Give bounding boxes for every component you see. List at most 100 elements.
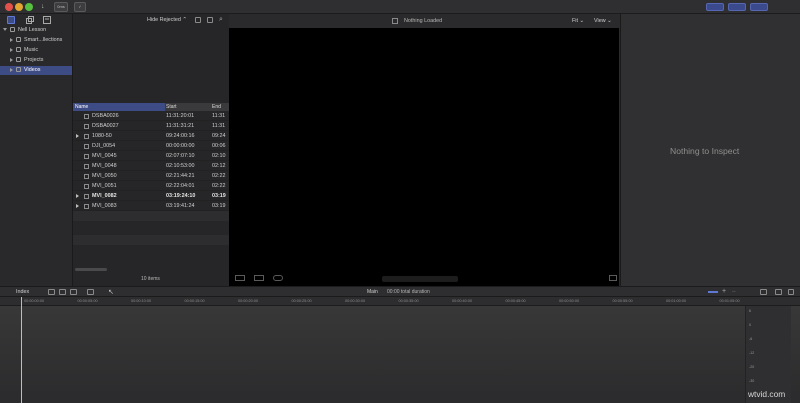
zoom-in-icon[interactable]: + (722, 288, 726, 295)
key-button[interactable]: 0ms (54, 2, 68, 12)
fullscreen-icon[interactable] (609, 275, 617, 281)
meter-db-label: -30 (749, 379, 755, 383)
clip-row[interactable]: MVI_0045 02:07:07:10 02:10 (73, 151, 229, 161)
watermark-text: wtvid.com (748, 389, 786, 399)
clip-end: 02:22 (212, 183, 226, 189)
insert-clip-icon[interactable] (59, 289, 66, 295)
disclosure-triangle-icon[interactable] (3, 28, 7, 32)
clip-start: 11:31:31:21 (166, 123, 195, 129)
clip-film-icon (84, 134, 89, 139)
column-start-header[interactable]: Start (166, 103, 177, 111)
horizontal-scrollbar[interactable] (75, 268, 107, 271)
zoom-window-button[interactable] (25, 3, 33, 11)
clip-row[interactable]: DJI_0054 00:00:00:00 00:06 (73, 141, 229, 151)
clip-end: 02:10 (212, 153, 226, 159)
transitions-browser-icon[interactable] (788, 289, 794, 295)
retime-icon[interactable] (273, 275, 283, 281)
library-item[interactable]: Music (0, 46, 72, 55)
titles-generators-icon[interactable] (43, 16, 51, 24)
timeline-index-button[interactable]: Index (16, 289, 29, 295)
timeline[interactable]: 00:00:00:00 00:00:05:00 00:00:10:00 00:00:1… (0, 297, 800, 403)
timeline-ruler[interactable]: 00:00:00:00 00:00:05:00 00:00:10:00 00:00:1… (0, 297, 800, 306)
clip-name: 1080-50 (92, 133, 112, 139)
clip-row[interactable]: DSBA0026 11:31:20:01 11:31 (73, 111, 229, 121)
overwrite-clip-icon[interactable] (87, 289, 94, 295)
libraries-icon[interactable] (7, 16, 15, 24)
library-item-label: Smart...llections (24, 37, 63, 43)
project-duration: 00:00 total duration (387, 289, 430, 295)
empty-row (73, 235, 229, 245)
viewer-clip-icon (392, 18, 398, 24)
library-item-label: Videos (24, 67, 41, 73)
clip-name: MVI_0051 (92, 183, 117, 189)
playhead[interactable] (21, 297, 22, 403)
audio-skimming-icon[interactable] (708, 291, 718, 293)
clip-row[interactable]: MVI_0082 03:19:24:10 03:19 (73, 191, 229, 201)
disclosure-triangle-icon[interactable] (10, 47, 13, 52)
items-count: 10 items (141, 276, 160, 282)
ruler-timecode: 00:00:05:00 (77, 299, 98, 303)
ruler-timecode: 00:00:55:00 (612, 299, 633, 303)
zoom-fit-menu[interactable]: Fit ⌄ (572, 18, 584, 24)
clip-start: 03:19:24:10 (166, 193, 196, 199)
clip-row[interactable]: MVI_0051 02:22:04:01 02:22 (73, 181, 229, 191)
close-window-button[interactable] (5, 3, 13, 11)
checkmark-icon[interactable]: ✓ (74, 2, 86, 12)
clip-start: 02:22:04:01 (166, 183, 195, 189)
clip-row[interactable]: DSBA0027 11:31:31:21 11:31 (73, 121, 229, 131)
clip-appearance-icon[interactable] (195, 17, 201, 23)
video-canvas[interactable] (229, 28, 619, 286)
append-clip-icon[interactable] (70, 289, 77, 295)
effects-browser-icon[interactable] (775, 289, 782, 295)
view-options-menu[interactable]: View ⌄ (594, 18, 612, 24)
clip-name: MVI_0048 (92, 163, 117, 169)
photos-audio-icon[interactable] (26, 16, 34, 24)
library-item[interactable]: Smart...llections (0, 36, 72, 45)
clip-end: 02:12 (212, 163, 226, 169)
download-arrow-icon[interactable]: ↓ (41, 3, 45, 10)
clip-start: 03:19:41:24 (166, 203, 195, 209)
filmstrip-icon[interactable] (207, 17, 213, 23)
select-tool-icon[interactable]: ↖ (108, 288, 114, 296)
empty-row (73, 223, 229, 233)
ruler-timecode: 00:00:35:00 (398, 299, 419, 303)
expand-triangle-icon[interactable] (76, 134, 79, 138)
library-item[interactable]: Nell Lesson (0, 26, 72, 35)
ruler-timecode: 00:00:20:00 (238, 299, 259, 303)
minimize-window-button[interactable] (15, 3, 23, 11)
disclosure-triangle-icon[interactable] (10, 57, 13, 62)
transform-icon[interactable] (235, 275, 245, 281)
clip-appearance-timeline-icon[interactable] (760, 289, 767, 295)
clip-browser: Hide Rejected ⌃ ⌕ Name Start End DSBA002… (73, 14, 229, 286)
column-end-header[interactable]: End (212, 103, 221, 111)
clip-filter-menu[interactable]: Hide Rejected ⌃ (147, 17, 187, 23)
clip-row[interactable]: MVI_0083 03:19:41:24 03:19 (73, 201, 229, 211)
library-item[interactable]: Videos (0, 66, 72, 75)
search-icon[interactable]: ⌕ (219, 16, 223, 24)
show-browser-button[interactable] (706, 3, 724, 11)
clip-row[interactable]: 1080-50 09:24:00:16 09:24 (73, 131, 229, 141)
clip-film-icon (84, 204, 89, 209)
viewer-status: Nothing Loaded (404, 18, 443, 24)
library-item[interactable]: Projects (0, 56, 72, 65)
clip-name: MVI_0050 (92, 173, 117, 179)
connect-clip-icon[interactable] (48, 289, 55, 295)
clip-film-icon (84, 194, 89, 199)
enhancements-icon[interactable] (254, 275, 264, 281)
expand-triangle-icon[interactable] (76, 204, 79, 208)
clip-row[interactable]: MVI_0048 02:10:53:00 02:12 (73, 161, 229, 171)
library-item-label: Nell Lesson (18, 27, 47, 33)
ruler-timecode: 00:00:10:00 (131, 299, 152, 303)
clip-film-icon (84, 114, 89, 119)
expand-triangle-icon[interactable] (76, 194, 79, 198)
show-timeline-button[interactable] (728, 3, 746, 11)
disclosure-triangle-icon[interactable] (10, 37, 13, 42)
clip-row[interactable]: MVI_0050 02:21:44:21 02:22 (73, 171, 229, 181)
column-name-header[interactable]: Name (73, 103, 165, 111)
ruler-timecode: 00:00:30:00 (345, 299, 366, 303)
disclosure-triangle-icon[interactable] (10, 67, 13, 72)
show-inspector-button[interactable] (750, 3, 768, 11)
library-item-label: Projects (24, 57, 44, 63)
zoom-level-icon[interactable]: ◦◦ (732, 289, 736, 295)
viewer: Nothing Loaded Fit ⌄ View ⌄ (229, 14, 620, 286)
